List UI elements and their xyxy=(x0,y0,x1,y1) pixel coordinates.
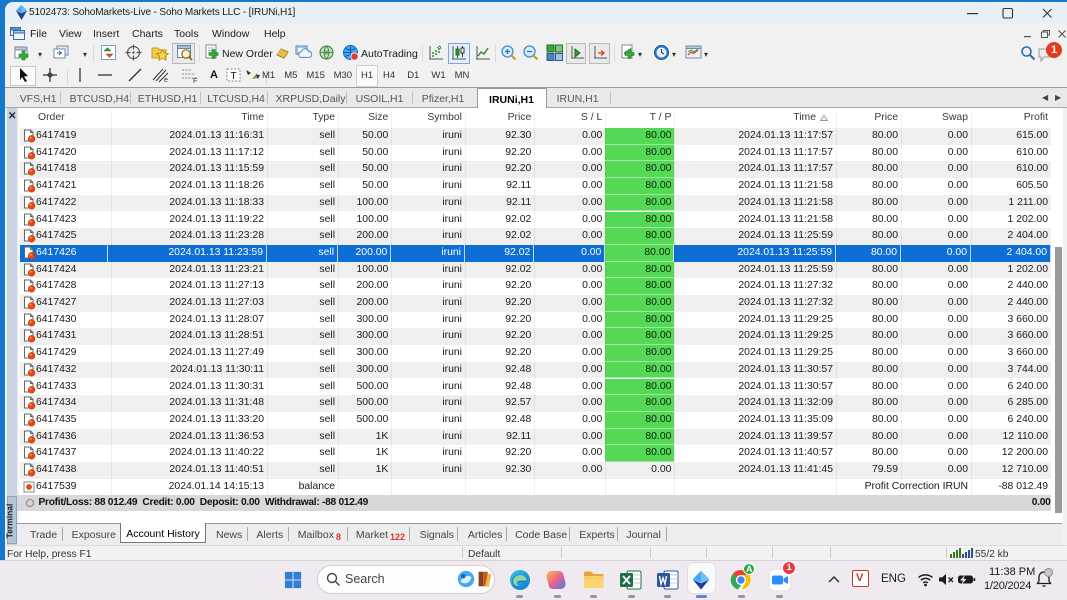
svg-text:F: F xyxy=(193,78,197,83)
svg-text:e: e xyxy=(164,77,168,83)
svg-text:T: T xyxy=(231,71,237,82)
